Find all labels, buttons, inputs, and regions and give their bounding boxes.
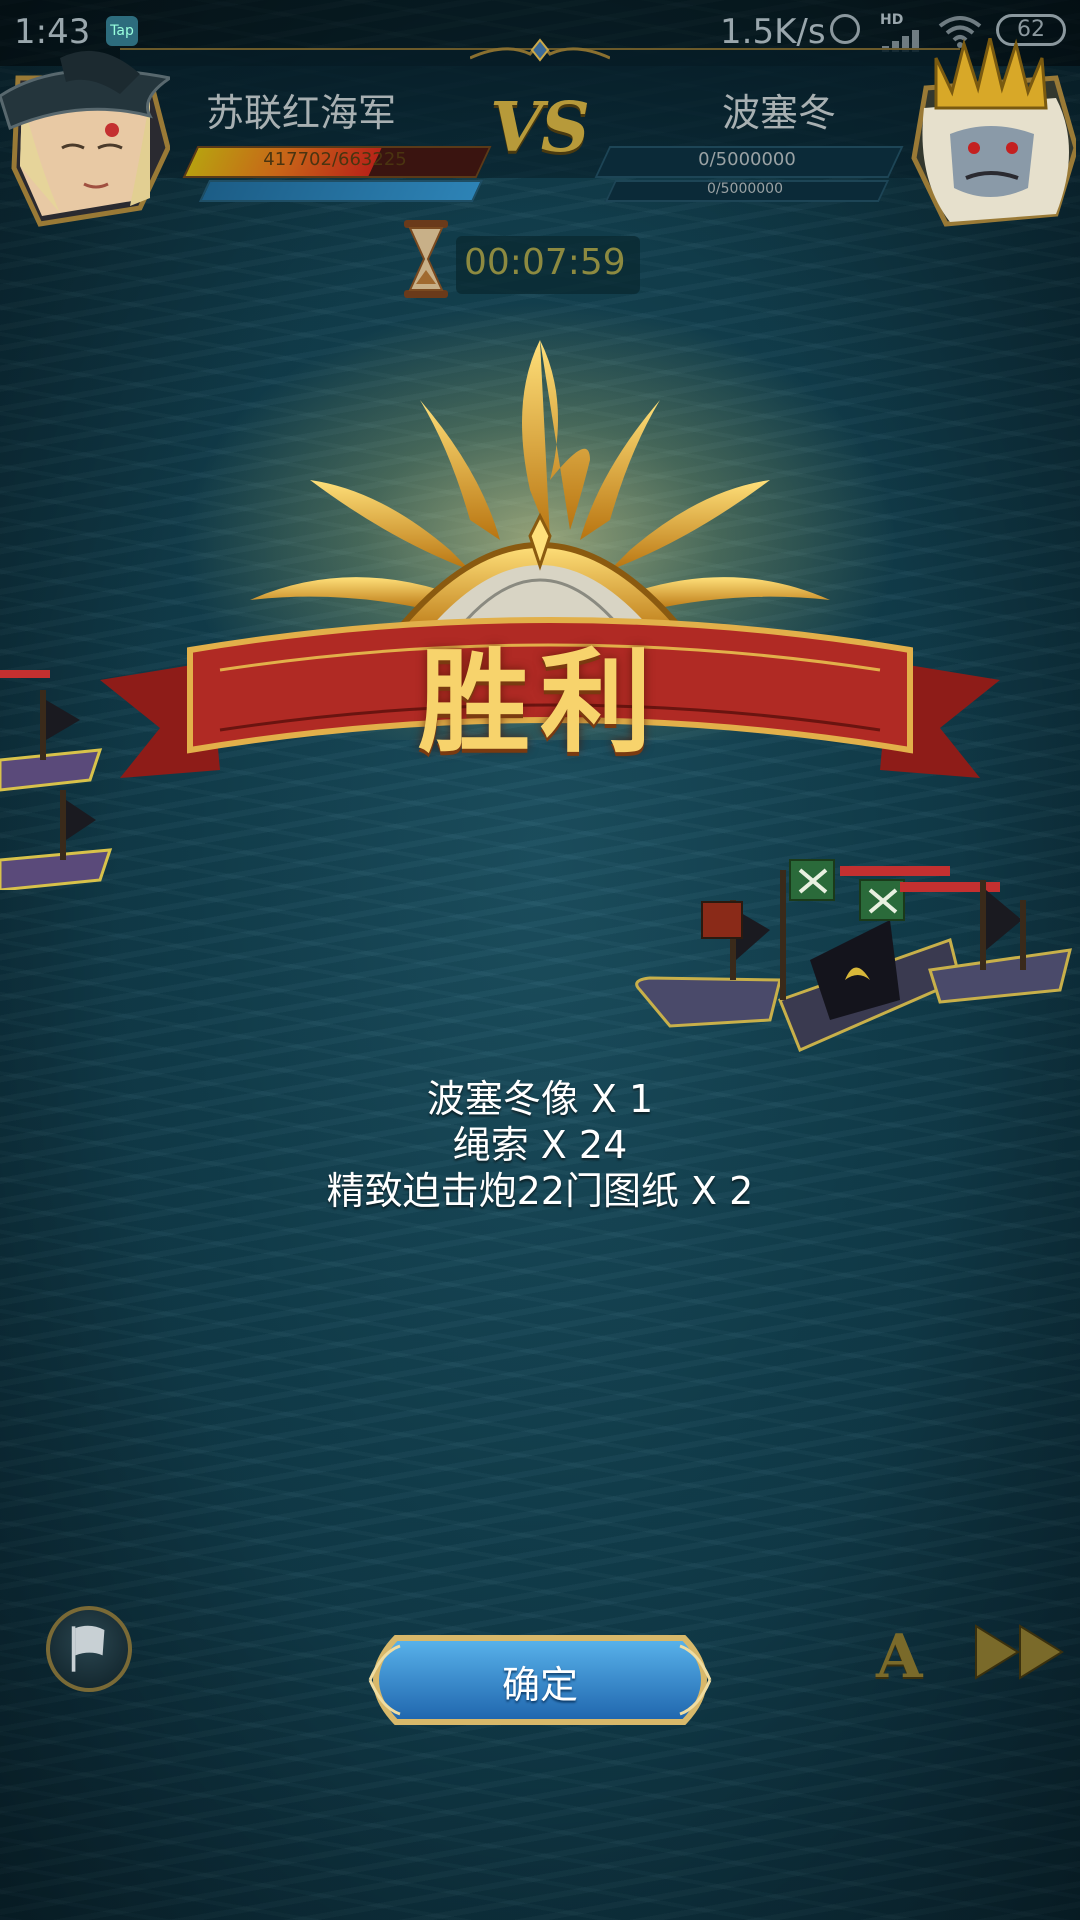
player-sub-bar	[198, 180, 484, 202]
timer-text: 00:07:59	[464, 242, 626, 283]
surrender-flag-button[interactable]	[46, 1606, 132, 1692]
auto-battle-button[interactable]: A	[876, 1622, 923, 1692]
hud-ornament	[470, 38, 610, 62]
opponent-name: 波塞冬	[722, 91, 837, 135]
opponent-portrait	[911, 38, 1076, 227]
reward-item: 绳索 X 24	[452, 1123, 628, 1167]
reward-list: 波塞冬像 X 1 绳索 X 24 精致迫击炮22门图纸 X 2	[0, 1076, 1080, 1214]
opponent-hp-text: 0/5000000	[698, 149, 796, 170]
network-speed: 1.5K/s	[720, 12, 826, 52]
player-name: 苏联红海军	[206, 91, 397, 135]
battle-result-screen: 1:43 Tap 1.5K/s HD 62 苏联红海军 波塞冬 VS 41770…	[0, 0, 1080, 1920]
vs-label: VS	[490, 88, 590, 168]
flag-icon	[71, 1625, 105, 1672]
player-portrait	[0, 50, 170, 227]
fast-forward-icon[interactable]	[974, 1624, 1066, 1680]
victory-title: 胜利	[418, 637, 662, 768]
reward-item: 精致迫击炮22门图纸 X 2	[326, 1169, 754, 1213]
reward-item: 波塞冬像 X 1	[426, 1077, 654, 1121]
player-hp-text: 417702/663225	[263, 149, 407, 170]
alarm-icon	[830, 14, 860, 44]
hd-indicator: HD	[880, 12, 904, 28]
opponent-sub-hp-text: 0/5000000	[707, 181, 783, 197]
confirm-button-label[interactable]: 确定	[356, 1654, 724, 1709]
ship-fleet-left	[0, 670, 113, 890]
ship-fleet-right	[635, 859, 1072, 1052]
hourglass-icon	[404, 220, 448, 298]
